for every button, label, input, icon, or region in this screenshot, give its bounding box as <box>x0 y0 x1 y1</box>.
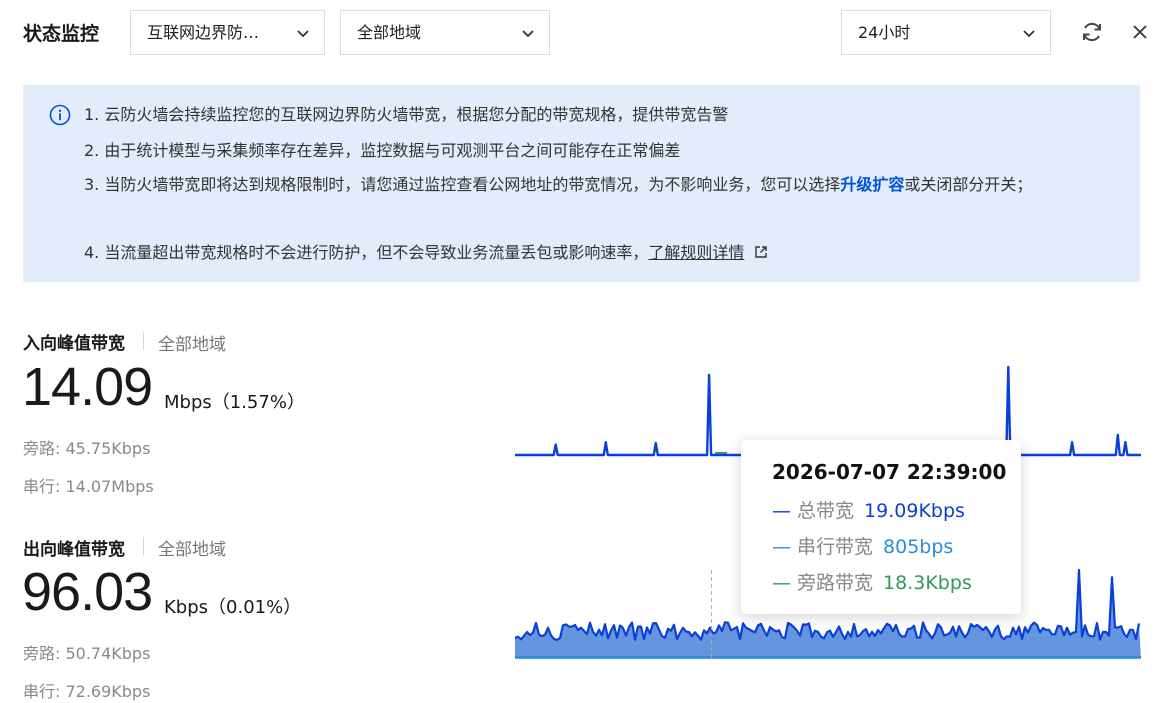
tooltip-value: 19.09Kbps <box>864 500 965 522</box>
outbound-bypass: 旁路: 50.74Kbps <box>23 644 151 663</box>
legend-dash: — <box>772 536 791 558</box>
tooltip-label: — 旁路带宽 <box>772 572 873 594</box>
tooltip-row-total: — 总带宽 19.09Kbps <box>772 496 965 523</box>
inbound-bypass: 旁路: 45.75Kbps <box>23 439 151 458</box>
header-bar: 状态监控 互联网边界防… 全部地域 24小时 <box>0 0 1169 64</box>
info-notice: 1. 云防火墙会持续监控您的互联网边界防火墙带宽，根据您分配的带宽规格，提供带宽… <box>23 85 1140 282</box>
outbound-title: 出向峰值带宽 <box>23 540 125 560</box>
inbound-title: 入向峰值带宽 <box>23 334 125 354</box>
divider <box>143 332 144 350</box>
tooltip-row-bypass: — 旁路带宽 18.3Kbps <box>772 568 972 595</box>
instance-select-value: 互联网边界防… <box>147 23 260 42</box>
refresh-icon[interactable] <box>1080 20 1104 44</box>
instance-select[interactable]: 互联网边界防… <box>130 10 325 55</box>
legend-label: 串行带宽 <box>791 536 874 558</box>
notice-line-2: 2. 由于统计模型与采集频率存在差异，监控数据与可观测平台之间可能存在正常偏差 <box>84 141 681 160</box>
notice-line-3: 3. 当防火墙带宽即将达到规格限制时，请您通过监控查看公网地址的带宽情况，为不影… <box>84 169 1124 201</box>
notice-line-3-suffix: 或关闭部分开关； <box>904 175 1033 194</box>
close-icon[interactable] <box>1131 23 1149 41</box>
legend-label: 总带宽 <box>791 500 855 522</box>
region-select-value: 全部地域 <box>357 23 422 42</box>
tooltip-value: 805bps <box>883 536 954 558</box>
inbound-region: 全部地域 <box>158 335 226 355</box>
tooltip-label: — 串行带宽 <box>772 536 873 558</box>
outbound-peak-unit: Kbps（0.01%） <box>164 597 302 618</box>
region-select[interactable]: 全部地域 <box>340 10 550 55</box>
tooltip-label: — 总带宽 <box>772 500 854 522</box>
inbound-serial: 串行: 14.07Mbps <box>23 477 154 496</box>
outbound-peak-value: 96.03 <box>22 562 153 622</box>
legend-dash: — <box>772 500 791 522</box>
external-link-icon[interactable] <box>754 245 768 259</box>
chevron-down-icon <box>522 30 534 38</box>
page-title: 状态监控 <box>23 23 100 45</box>
upgrade-link[interactable]: 升级扩容 <box>840 175 904 194</box>
tooltip-row-serial: — 串行带宽 805bps <box>772 532 953 559</box>
outbound-region: 全部地域 <box>158 540 226 560</box>
rules-detail-link[interactable]: 了解规则详情 <box>648 243 744 262</box>
time-range-select[interactable]: 24小时 <box>841 10 1051 55</box>
legend-label: 旁路带宽 <box>791 572 874 594</box>
notice-line-4: 4. 当流量超出带宽规格时不会进行防护，但不会导致业务流量丢包或影响速率，了解规… <box>84 242 768 264</box>
time-range-select-value: 24小时 <box>858 23 911 42</box>
chevron-down-icon <box>297 30 309 38</box>
notice-line-3-text: 3. 当防火墙带宽即将达到规格限制时，请您通过监控查看公网地址的带宽情况，为不影… <box>84 175 841 194</box>
notice-line-1: 1. 云防火墙会持续监控您的互联网边界防火墙带宽，根据您分配的带宽规格，提供带宽… <box>84 105 729 124</box>
chart-tooltip: 2026-07-07 22:39:00 — 总带宽 19.09Kbps — 串行带… <box>741 440 1021 614</box>
legend-dash: — <box>772 572 791 594</box>
tooltip-time: 2026-07-07 22:39:00 <box>772 460 1007 484</box>
inbound-peak-value: 14.09 <box>22 357 153 417</box>
chevron-down-icon <box>1023 30 1035 38</box>
inbound-peak-unit: Mbps（1.57%） <box>164 392 305 413</box>
notice-line-4-text: 4. 当流量超出带宽规格时不会进行防护，但不会导致业务流量丢包或影响速率， <box>84 243 649 262</box>
info-icon <box>49 104 71 126</box>
outbound-serial: 串行: 72.69Kbps <box>23 682 151 701</box>
divider <box>143 537 144 555</box>
tooltip-value: 18.3Kbps <box>883 572 972 594</box>
